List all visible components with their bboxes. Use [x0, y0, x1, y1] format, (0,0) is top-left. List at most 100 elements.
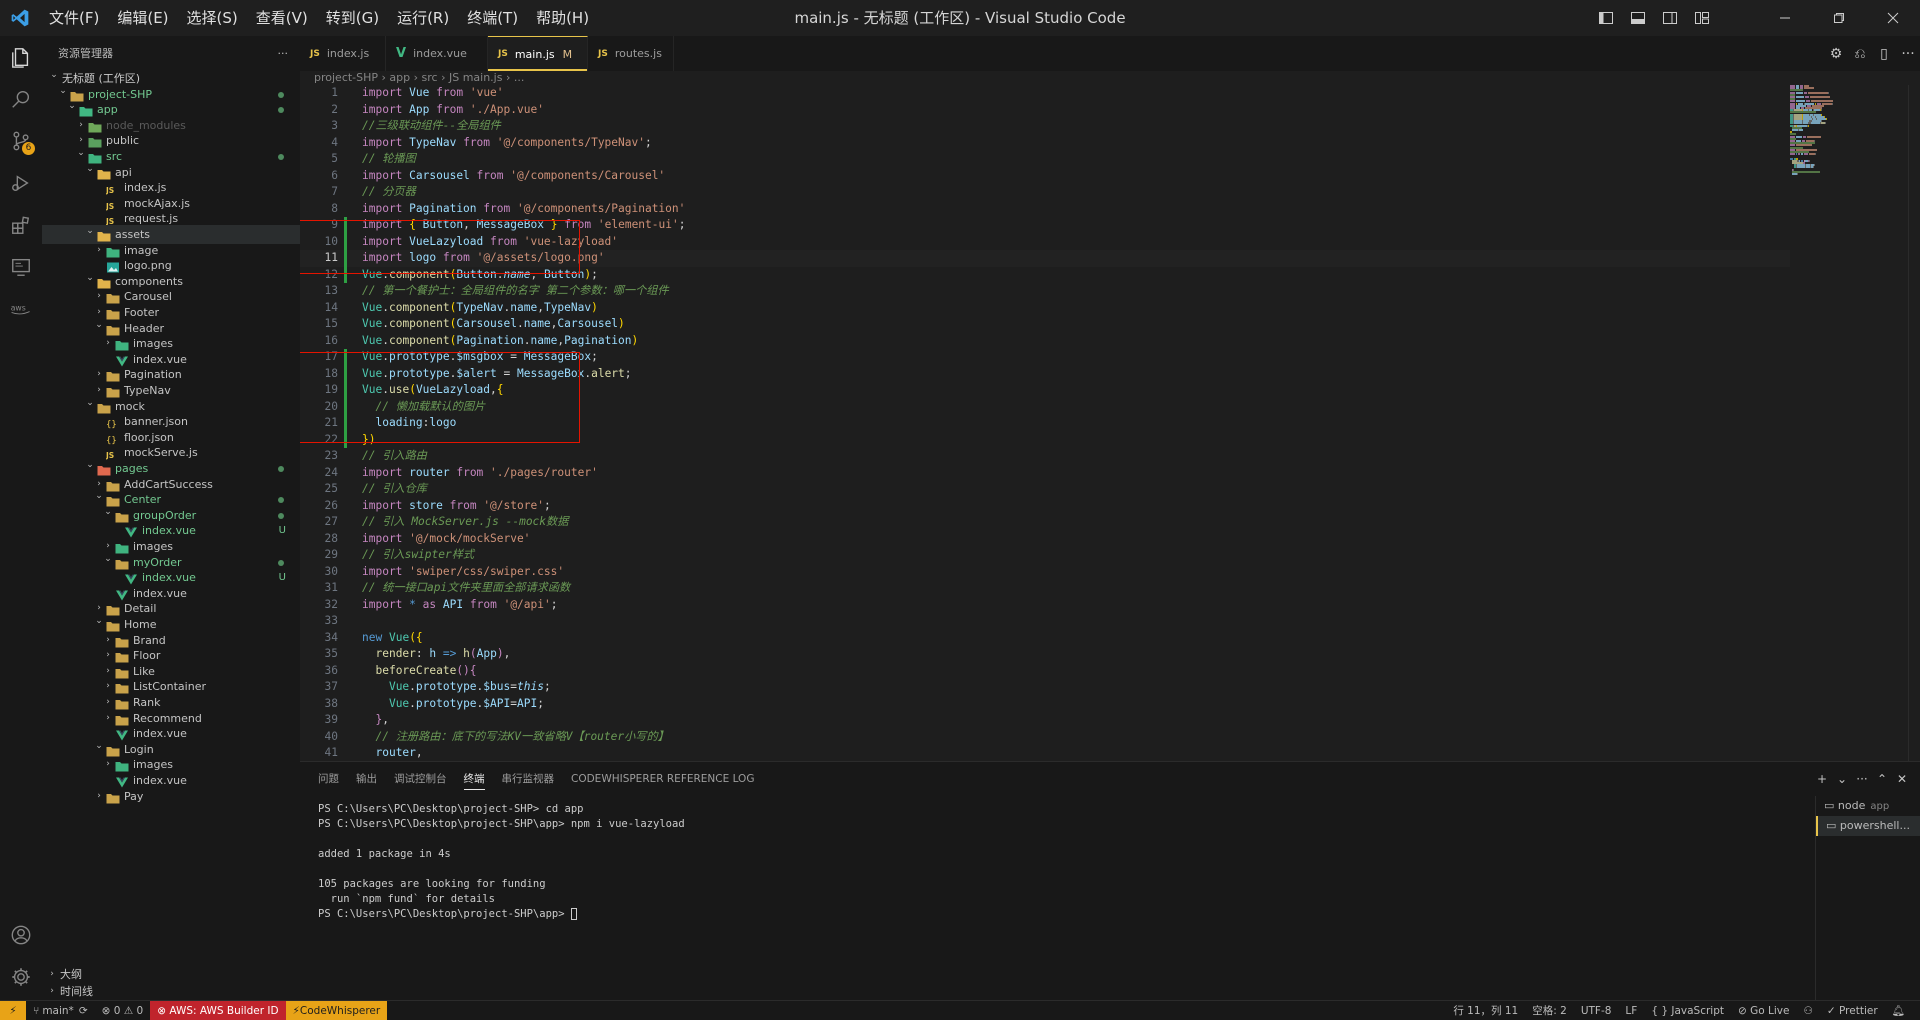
- code-token: Vue: [362, 333, 383, 347]
- remote-explorer-icon[interactable]: [0, 246, 42, 288]
- explorer-icon[interactable]: [0, 36, 42, 78]
- remote-icon[interactable]: ⚡: [0, 1001, 26, 1020]
- code-token: '@/store': [483, 498, 544, 512]
- terminal-instance[interactable]: ▭ powershell...: [1816, 816, 1920, 836]
- notifications-bell-icon[interactable]: 🔔︎: [1885, 1001, 1912, 1020]
- folder-icon: [97, 276, 111, 289]
- close-panel-icon[interactable]: ✕: [1892, 772, 1912, 786]
- extensions-icon[interactable]: [0, 204, 42, 246]
- branch-status[interactable]: ⑂ main* ⟳: [26, 1001, 95, 1020]
- terminal-cursor: [570, 908, 577, 920]
- panel-tab[interactable]: 问题: [318, 762, 339, 796]
- timeline-section[interactable]: › 时间线: [42, 982, 300, 1001]
- menu-item[interactable]: 终端(T): [458, 0, 527, 36]
- code-token: from: [456, 465, 484, 479]
- code-token: *: [409, 597, 416, 611]
- minimap-token: [1809, 96, 1831, 98]
- minimap-token: [1803, 91, 1808, 94]
- customize-layout-icon[interactable]: [1686, 0, 1718, 36]
- menu-item[interactable]: 编辑(E): [108, 0, 177, 36]
- code-line: 16 Vue.component(Pagination.name,Paginati…: [300, 333, 1790, 350]
- menu-item[interactable]: 运行(R): [388, 0, 458, 36]
- code-token: ;: [550, 597, 558, 611]
- code-token: .: [382, 317, 389, 330]
- search-icon[interactable]: [0, 78, 42, 120]
- problems-status[interactable]: ⊗ 0 ⚠ 0: [95, 1001, 151, 1020]
- chevron-down-icon: ⌄: [86, 272, 94, 283]
- account-icon[interactable]: [0, 914, 42, 956]
- title-controls: [1590, 0, 1920, 36]
- chevron-down-icon[interactable]: ⌄: [1832, 772, 1852, 786]
- menu-item[interactable]: 选择(S): [178, 0, 247, 36]
- folder-icon: [115, 557, 129, 570]
- new-terminal-icon[interactable]: +: [1812, 772, 1832, 786]
- cursor-position[interactable]: 行 11，列 11: [1446, 1001, 1525, 1020]
- more-actions-icon[interactable]: ···: [1896, 46, 1920, 62]
- code-token: API: [442, 597, 464, 611]
- line-number: 2: [331, 102, 338, 116]
- folder-icon: [106, 245, 120, 258]
- code-line: 7 // 分页器: [300, 184, 1790, 201]
- terminal-instance[interactable]: ▭ node app: [1816, 796, 1920, 816]
- code-text: new Vue({: [362, 630, 423, 647]
- maximize-panel-icon[interactable]: ⌃: [1872, 772, 1892, 786]
- editor-scrollbar[interactable]: [1908, 85, 1920, 761]
- panel-tab[interactable]: 输出: [356, 762, 377, 796]
- activity-bar: 6 aws: [0, 36, 42, 1000]
- run-debug-icon[interactable]: [0, 162, 42, 204]
- more-actions-icon[interactable]: ···: [1852, 772, 1872, 786]
- close-icon[interactable]: [1866, 0, 1920, 36]
- aws-icon[interactable]: aws: [0, 288, 42, 330]
- panel-tab[interactable]: 终端: [463, 762, 485, 796]
- panel-tab[interactable]: CODEWHISPERER REFERENCE LOG: [571, 762, 754, 796]
- code-editor[interactable]: 41 router, 40 // 注册路由：底下的写法KV一致省略V【router…: [300, 85, 1920, 761]
- code-text: // 注册路由：底下的写法KV一致省略V【router小写的】: [362, 729, 668, 746]
- explorer-more-button[interactable]: ···: [278, 47, 289, 60]
- settings-sync-icon[interactable]: ⚙: [1824, 46, 1848, 62]
- codewhisperer-status[interactable]: ⚡CodeWhisperer: [285, 1001, 388, 1020]
- tab-index-js[interactable]: JS index.js: [300, 36, 386, 71]
- toggle-panel-icon[interactable]: [1622, 0, 1654, 36]
- code-token: router: [409, 465, 450, 479]
- split-editor-icon[interactable]: ▯: [1872, 46, 1896, 62]
- breadcrumb[interactable]: project-SHP › app › src › JS main.js › .…: [314, 71, 524, 85]
- go-live-button[interactable]: ⊘ Go Live: [1731, 1001, 1796, 1020]
- accounts-icon[interactable]: ⚇: [1796, 1001, 1819, 1020]
- end-of-line[interactable]: LF: [1618, 1001, 1644, 1020]
- tree-item[interactable]: › Pay: [42, 787, 300, 806]
- tab-main-js[interactable]: JS main.js M: [488, 36, 588, 71]
- open-changes-icon[interactable]: ⎌: [1848, 46, 1872, 62]
- encoding[interactable]: UTF-8: [1574, 1001, 1619, 1020]
- manage-gear-icon[interactable]: [0, 956, 42, 998]
- menu-item[interactable]: 帮助(H): [527, 0, 598, 36]
- minimap[interactable]: [1790, 85, 1908, 761]
- menu-item[interactable]: 查看(V): [247, 0, 317, 36]
- code-token: Pagination: [409, 201, 477, 215]
- terminal-output[interactable]: PS C:\Users\PC\Desktop\project-SHP> cd a…: [318, 802, 1808, 922]
- toggle-primary-sidebar-icon[interactable]: [1590, 0, 1622, 36]
- code-token: store: [409, 498, 443, 512]
- code-token: ,: [415, 746, 423, 759]
- code-text: import 'swiper/css/swiper.css': [362, 564, 564, 581]
- panel-tab[interactable]: 串行监视器: [502, 762, 555, 796]
- folder-icon: [115, 759, 129, 772]
- code-token: Carsousel: [456, 317, 517, 330]
- indentation[interactable]: 空格: 2: [1525, 1001, 1574, 1020]
- tab-routes-js[interactable]: JS routes.js: [588, 36, 674, 71]
- panel-tab[interactable]: 调试控制台: [394, 762, 447, 796]
- menu-item[interactable]: 文件(F): [40, 0, 108, 36]
- tab-index-vue[interactable]: Vindex.vue: [386, 36, 488, 71]
- language-mode[interactable]: { } JavaScript: [1644, 1001, 1731, 1020]
- code-token: .: [382, 300, 389, 314]
- code-token: .: [409, 680, 416, 693]
- prettier-status[interactable]: ✓ Prettier: [1820, 1001, 1885, 1020]
- tree-item-label: Pay: [124, 789, 144, 803]
- toggle-secondary-sidebar-icon[interactable]: [1654, 0, 1686, 36]
- restore-icon[interactable]: [1812, 0, 1866, 36]
- aws-status[interactable]: ⊗ AWS: AWS Builder ID: [150, 1001, 286, 1020]
- source-control-icon[interactable]: 6: [0, 120, 42, 162]
- minimize-icon[interactable]: [1758, 0, 1812, 36]
- menu-item[interactable]: 转到(G): [317, 0, 388, 36]
